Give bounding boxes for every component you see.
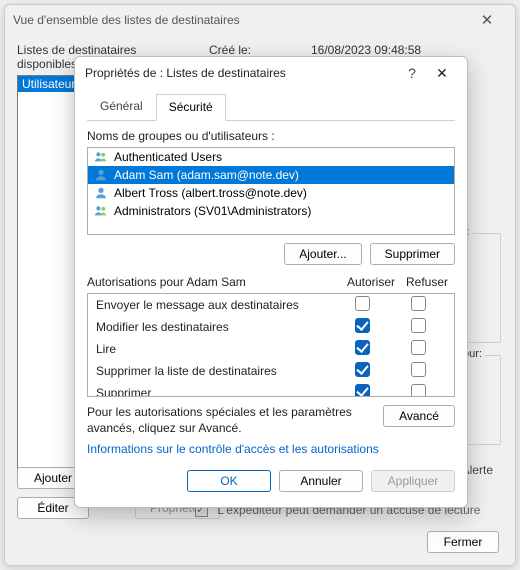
permission-row: Supprimer [88, 382, 454, 397]
permission-row: Modifier les destinataires [88, 316, 454, 338]
principals-label: Noms de groupes ou d'utilisateurs : [87, 129, 455, 143]
help-icon[interactable]: ? [397, 65, 427, 81]
advanced-hint: Pour les autorisations spéciales et les … [87, 405, 375, 436]
principal-row[interactable]: Administrators (SV01\Administrators) [88, 202, 454, 220]
principal-row[interactable]: Authenticated Users [88, 148, 454, 166]
permissions-for-label: Autorisations pour Adam Sam [87, 275, 343, 289]
principal-row[interactable]: Albert Tross (albert.tross@note.dev) [88, 184, 454, 202]
properties-dialog: Propriétés de : Listes de destinataires … [74, 56, 468, 508]
permission-row: Envoyer le message aux destinataires [88, 294, 454, 316]
close-icon[interactable]: ✕ [427, 65, 457, 82]
permission-name: Supprimer [96, 386, 334, 397]
deny-checkbox[interactable] [411, 318, 426, 333]
principal-name: Adam Sam (adam.sam@note.dev) [114, 168, 299, 182]
close-button[interactable]: Fermer [427, 531, 499, 553]
permission-row: Supprimer la liste de destinataires [88, 360, 454, 382]
principal-name: Albert Tross (albert.tross@note.dev) [114, 186, 307, 200]
permission-name: Supprimer la liste de destinataires [96, 364, 334, 378]
list-item[interactable]: Utilisateurs [18, 76, 82, 92]
principal-name: Authenticated Users [114, 150, 222, 164]
remove-principal-button[interactable]: Supprimer [370, 243, 455, 265]
permissions-list: Envoyer le message aux destinataires Modi… [87, 293, 455, 397]
allow-column-header: Autoriser [343, 275, 399, 289]
tab-security[interactable]: Sécurité [156, 94, 226, 121]
group-icon [94, 204, 108, 218]
ok-button[interactable]: OK [187, 470, 271, 492]
deny-checkbox[interactable] [411, 362, 426, 377]
properties-title: Propriétés de : Listes de destinataires [85, 66, 397, 80]
properties-titlebar: Propriétés de : Listes de destinataires … [75, 57, 467, 89]
deny-checkbox[interactable] [411, 340, 426, 355]
parent-title: Vue d'ensemble des listes de destinatair… [13, 13, 467, 27]
parent-titlebar: Vue d'ensemble des listes de destinatair… [5, 5, 515, 35]
tabstrip: Général Sécurité [87, 93, 455, 121]
deny-column-header: Refuser [399, 275, 455, 289]
apply-button: Appliquer [371, 470, 455, 492]
group-icon [94, 150, 108, 164]
allow-checkbox[interactable] [355, 362, 370, 377]
allow-checkbox[interactable] [355, 296, 370, 311]
acl-info-link[interactable]: Informations sur le contrôle d'accès et … [87, 442, 379, 456]
permission-name: Modifier les destinataires [96, 320, 334, 334]
tab-general[interactable]: Général [87, 93, 156, 120]
permission-name: Lire [96, 342, 334, 356]
deny-checkbox[interactable] [411, 384, 426, 397]
add-principal-button[interactable]: Ajouter... [284, 243, 361, 265]
allow-checkbox[interactable] [355, 318, 370, 333]
allow-checkbox[interactable] [355, 384, 370, 397]
user-icon [94, 168, 108, 182]
principals-listbox[interactable]: Authenticated Users Adam Sam (adam.sam@no… [87, 147, 455, 235]
allow-checkbox[interactable] [355, 340, 370, 355]
principal-name: Administrators (SV01\Administrators) [114, 204, 311, 218]
deny-checkbox[interactable] [411, 296, 426, 311]
permission-row: Lire [88, 338, 454, 360]
advanced-button[interactable]: Avancé [383, 405, 455, 427]
parent-close-icon[interactable]: ✕ [467, 11, 507, 29]
user-icon [94, 186, 108, 200]
principal-row[interactable]: Adam Sam (adam.sam@note.dev) [88, 166, 454, 184]
permission-name: Envoyer le message aux destinataires [96, 298, 334, 312]
cancel-button[interactable]: Annuler [279, 470, 363, 492]
